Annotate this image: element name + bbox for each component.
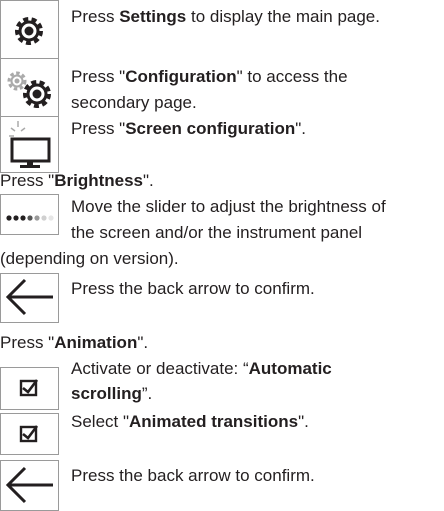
slider-dots-icon: [6, 215, 54, 221]
instruction-brightness: Press "Brightness".: [0, 171, 154, 190]
brightness-slider-icon-box: [0, 194, 59, 235]
checkbox-icon: [19, 425, 39, 443]
gear-icon: [15, 17, 43, 45]
instruction-screen-configuration: Press "Screen configuration".: [71, 119, 307, 138]
configuration-icon-box: [0, 58, 59, 117]
settings-icon-box: [0, 0, 59, 59]
instruction-back-arrow-2: Press the back arrow to confirm.: [71, 466, 315, 485]
back-arrow-icon: [5, 466, 53, 504]
screen-configuration-icon-box: [0, 116, 59, 173]
instruction-automatic-scrolling: Activate or deactivate: “Automatic: [71, 359, 332, 378]
instruction-slider-cont: the screen and/or the instrument panel: [71, 223, 363, 242]
back-arrow-icon-box-1: [0, 273, 59, 323]
back-arrow-icon-box-2: [0, 460, 59, 511]
instruction-slider: Move the slider to adjust the brightness…: [71, 197, 386, 216]
instruction-animated-transitions: Select "Animated transitions".: [71, 412, 309, 431]
instruction-settings: Press Settings to display the main page.: [71, 7, 380, 26]
instruction-automatic-scrolling-cont: scrolling”.: [71, 384, 153, 403]
checkbox-icon: [19, 379, 39, 397]
animated-transitions-checkbox-box: [0, 413, 59, 455]
automatic-scrolling-checkbox-box: [0, 367, 59, 410]
instruction-animation: Press "Animation".: [0, 333, 149, 352]
screen-brightness-icon: [9, 121, 51, 168]
instruction-slider-note: (depending on version).: [0, 249, 179, 268]
gears-icon: [7, 71, 51, 108]
back-arrow-icon: [5, 278, 53, 316]
instruction-configuration-cont: secondary page.: [71, 93, 197, 112]
instruction-back-arrow-1: Press the back arrow to confirm.: [71, 279, 315, 298]
instruction-configuration: Press "Configuration" to access the: [71, 67, 348, 86]
